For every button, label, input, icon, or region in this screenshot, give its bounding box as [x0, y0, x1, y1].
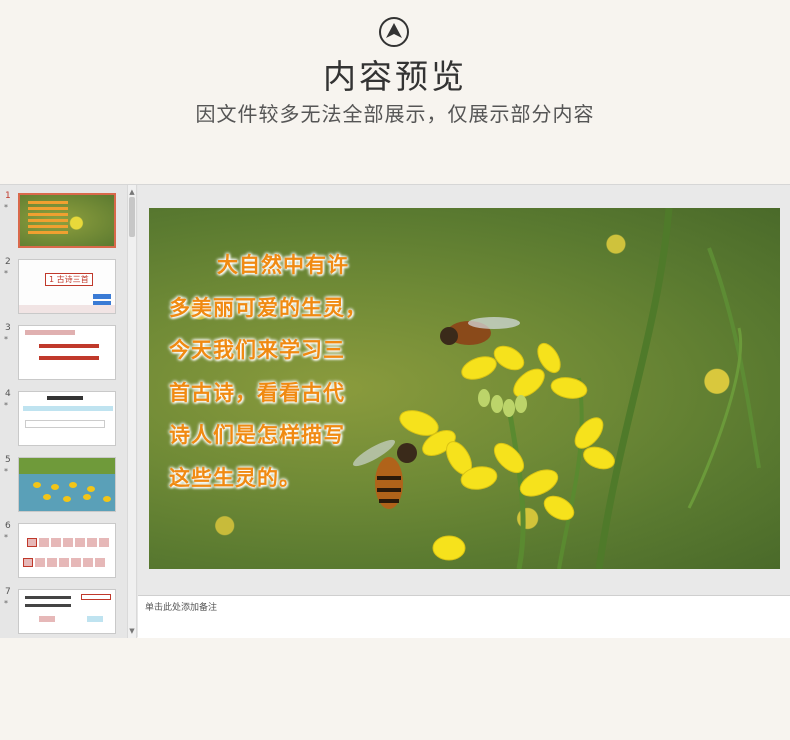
thumbnail-image — [18, 589, 116, 634]
thumbnail-image: 1 古诗三首 — [18, 259, 116, 314]
slide-thumbnail-2[interactable]: 2 * 1 古诗三首 — [0, 257, 127, 317]
thumbnail-image — [18, 457, 116, 512]
poem-line: 今天我们来学习三 — [169, 337, 345, 362]
poem-line: 大自然中有许 — [217, 252, 349, 277]
poem-line: 多美丽可爱的生灵， — [169, 294, 367, 320]
slide-number: 3 — [5, 323, 11, 333]
slide-number: 4 — [5, 389, 11, 399]
slide-poem-text: 大自然中有许 多美丽可爱的生灵， 今天我们来学习三 首古诗，看看古代 诗人们是怎… — [169, 244, 384, 499]
slide-star: * — [4, 401, 8, 410]
slide-star: * — [4, 203, 8, 212]
slide-number: 6 — [5, 521, 11, 531]
slide-number: 5 — [5, 455, 11, 465]
slide-thumbnail-7[interactable]: 7 * — [0, 587, 127, 647]
slide-thumbnail-4[interactable]: 4 * — [0, 389, 127, 449]
thumbnail-image — [18, 325, 116, 380]
slide-star: * — [4, 335, 8, 344]
poem-line: 这些生灵的。 — [169, 464, 301, 490]
thumbnail-image — [18, 391, 116, 446]
slide-thumbnail-5[interactable]: 5 * — [0, 455, 127, 515]
page-title: 内容预览 — [323, 57, 467, 96]
current-slide[interactable]: 大自然中有许 多美丽可爱的生灵， 今天我们来学习三 首古诗，看看古代 诗人们是怎… — [149, 208, 780, 569]
notes-placeholder[interactable]: 单击此处添加备注 — [145, 600, 217, 613]
slide-star: * — [4, 467, 8, 476]
poem-line: 诗人们是怎样描写 — [169, 422, 345, 447]
slide-star: * — [4, 599, 8, 608]
thumbnail-image — [18, 523, 116, 578]
thumbnail-title: 1 古诗三首 — [45, 273, 93, 286]
page-subtitle: 因文件较多无法全部展示，仅展示部分内容 — [195, 102, 595, 126]
preview-header: 内容预览 因文件较多无法全部展示，仅展示部分内容 — [0, 0, 790, 184]
slide-editing-area: 大自然中有许 多美丽可爱的生灵， 今天我们来学习三 首古诗，看看古代 诗人们是怎… — [138, 185, 790, 595]
scroll-down-icon[interactable]: ▼ — [128, 626, 136, 636]
slide-number: 1 — [5, 191, 11, 201]
slide-thumbnail-1[interactable]: 1 * — [0, 191, 127, 251]
slide-star: * — [4, 269, 8, 278]
slide-number: 7 — [5, 587, 11, 597]
thumbnail-image — [18, 193, 116, 248]
scroll-up-icon[interactable]: ▲ — [128, 187, 136, 197]
slide-number: 2 — [5, 257, 11, 267]
thumbnail-scrollbar[interactable]: ▲ ▼ — [127, 185, 137, 638]
slide-thumbnail-pane: 1 * 2 * 1 古诗三首 3 * 4 * 5 * 6 * 7 * — [0, 185, 128, 638]
speaker-notes-pane[interactable]: 单击此处添加备注 — [138, 595, 790, 638]
slide-thumbnail-6[interactable]: 6 * — [0, 521, 127, 581]
upload-arrow-circle-icon — [379, 17, 409, 47]
poem-line: 首古诗，看看古代 — [169, 379, 345, 405]
scroll-thumb[interactable] — [129, 197, 135, 237]
slide-star: * — [4, 533, 8, 542]
slide-thumbnail-3[interactable]: 3 * — [0, 323, 127, 383]
presentation-viewer: 1 * 2 * 1 古诗三首 3 * 4 * 5 * 6 * 7 * ▲ ▼ 大… — [0, 184, 790, 638]
